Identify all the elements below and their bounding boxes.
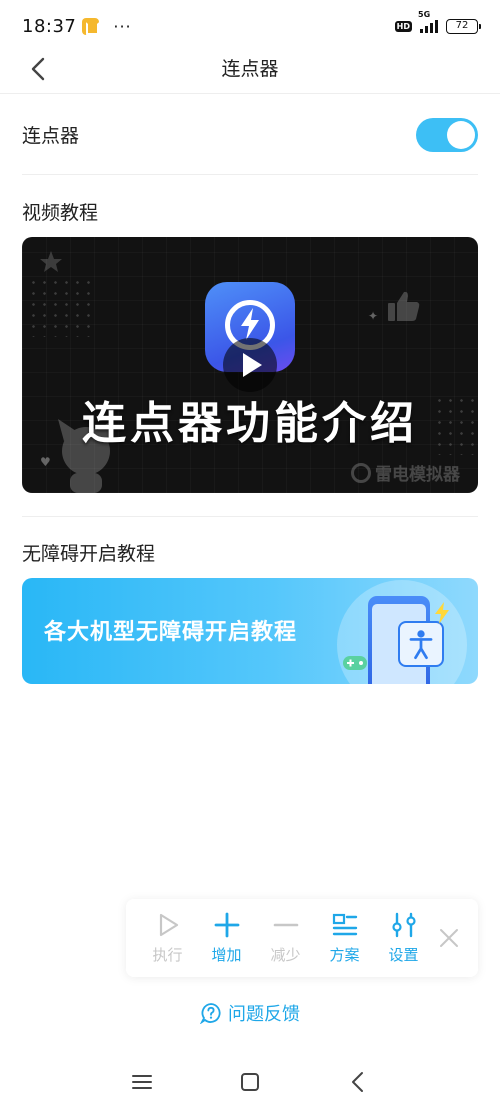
back-nav-icon[interactable] [346, 1070, 370, 1094]
signal-icon: 5G [418, 10, 438, 33]
minus-icon [273, 923, 298, 926]
status-time: 18:37 [22, 15, 77, 37]
more-notifications-icon: ··· [113, 16, 132, 36]
sliders-icon [391, 912, 416, 937]
divider [22, 516, 478, 517]
play-icon [159, 913, 178, 936]
video-section-title: 视频教程 [22, 202, 99, 224]
accessibility-tutorial-banner[interactable]: 各大机型无障碍开启教程 [22, 578, 478, 684]
lightning-icon [435, 602, 449, 624]
banner-text: 各大机型无障碍开启教程 [44, 620, 298, 645]
add-label: 增加 [211, 945, 242, 964]
home-icon[interactable] [238, 1070, 262, 1094]
feedback-link[interactable]: 问题反馈 [0, 1000, 500, 1026]
remove-label: 减少 [270, 945, 301, 964]
video-watermark: 雷电模拟器 [351, 460, 460, 485]
thumbs-up-icon [388, 291, 420, 321]
add-button[interactable]: 增加 [197, 912, 256, 965]
auto-clicker-toggle[interactable] [416, 117, 478, 152]
plus-icon [214, 912, 239, 937]
nav-bar: 连点器 [0, 42, 500, 94]
run-button[interactable]: 执行 [138, 912, 197, 965]
battery-icon: 72 [446, 18, 481, 34]
lightning-icon [241, 308, 259, 340]
list-icon [332, 913, 357, 935]
watermark-text: 雷电模拟器 [375, 465, 460, 485]
battery-level: 72 [455, 19, 469, 31]
toggle-knob [447, 120, 475, 149]
status-indicators: HD 5G 72 [394, 10, 481, 34]
back-icon[interactable] [24, 54, 54, 84]
plan-button[interactable]: 方案 [315, 912, 374, 965]
heart-icon: ♥ [40, 455, 51, 469]
run-label: 执行 [152, 945, 183, 964]
close-icon[interactable] [438, 927, 460, 949]
notification-app-icon [82, 17, 100, 35]
settings-button[interactable]: 设置 [374, 912, 433, 965]
feedback-label: 问题反馈 [228, 1004, 300, 1025]
network-type: 5G [418, 10, 431, 19]
auto-clicker-setting: 连点器 [22, 95, 478, 175]
decor-dots [28, 277, 98, 337]
system-nav-bar [0, 1058, 500, 1108]
settings-label: 设置 [388, 945, 419, 964]
remove-button[interactable]: 减少 [256, 912, 315, 965]
star-icon [40, 251, 62, 272]
watermark-logo-icon [351, 462, 371, 483]
video-tutorial-card[interactable]: ✦ ♥ 连点器功能介绍 雷电模拟器 [22, 237, 478, 493]
page-title: 连点器 [221, 58, 279, 80]
setting-label: 连点器 [22, 125, 80, 147]
play-button[interactable] [223, 338, 277, 392]
hd-badge: HD [394, 20, 412, 32]
accessibility-section-title: 无障碍开启教程 [22, 543, 156, 565]
question-icon [200, 1003, 221, 1024]
sparkle-icon: ✦ [368, 309, 379, 323]
auto-clicker-toolbar: 执行 增加 减少 方案 设置 [126, 899, 478, 977]
plan-label: 方案 [329, 945, 360, 964]
accessibility-icon [398, 621, 444, 667]
video-headline: 连点器功能介绍 [82, 398, 418, 449]
gamepad-icon [343, 656, 367, 670]
menu-icon[interactable] [130, 1070, 154, 1094]
